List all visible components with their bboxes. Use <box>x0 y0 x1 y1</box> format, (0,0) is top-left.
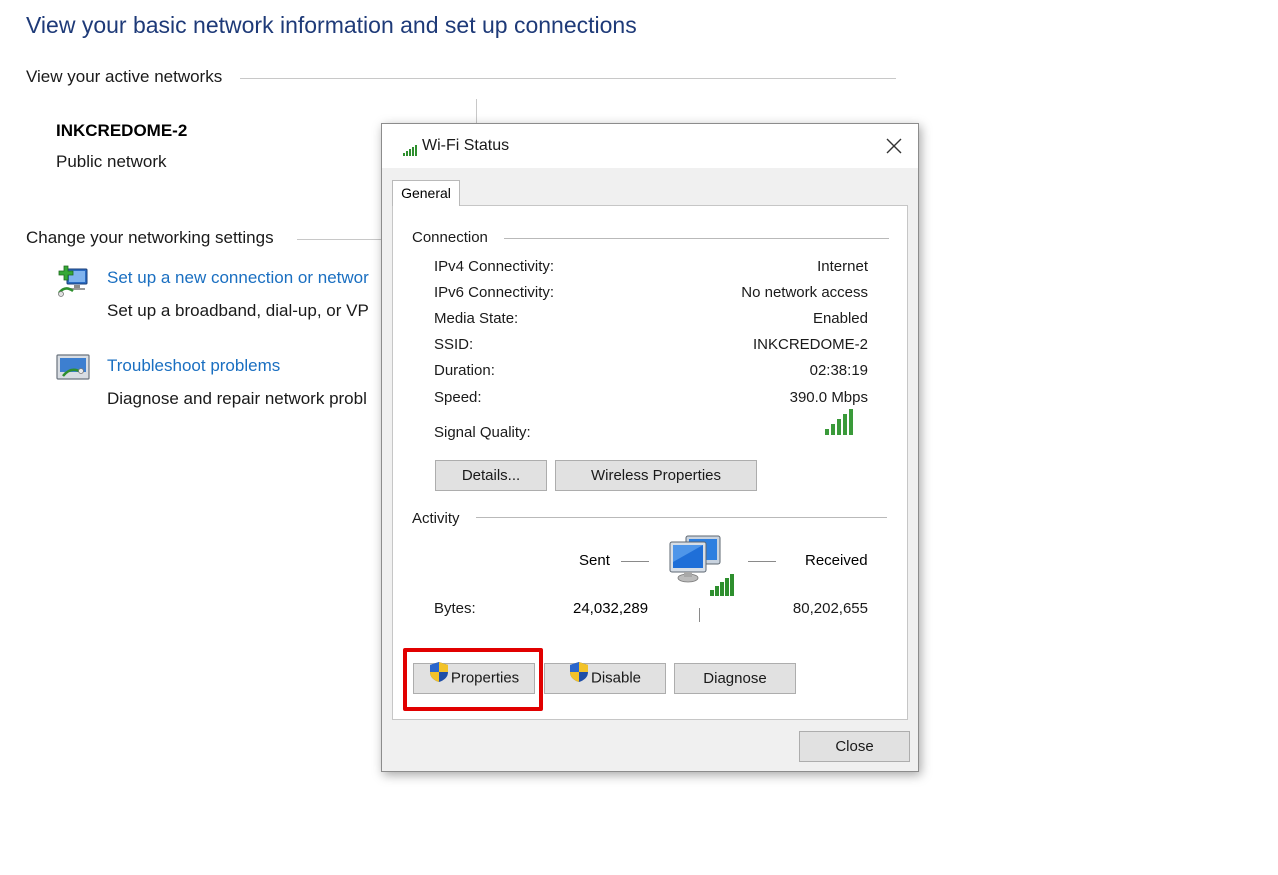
divider <box>476 99 477 125</box>
signal-bar <box>837 419 841 435</box>
media-state-label: Media State: <box>434 310 519 327</box>
connection-group-label: Connection <box>412 229 488 246</box>
network-computers-icon <box>666 532 738 598</box>
change-settings-heading: Change your networking settings <box>26 228 274 247</box>
ipv4-label: IPv4 Connectivity: <box>434 258 555 275</box>
speed-value: 390.0 Mbps <box>789 389 868 406</box>
duration-label: Duration: <box>434 362 495 379</box>
divider <box>699 608 700 622</box>
divider <box>504 238 889 239</box>
media-state-value: Enabled <box>812 310 868 327</box>
disable-button[interactable]: Disable <box>544 661 666 694</box>
ipv4-value: Internet <box>817 258 868 275</box>
dialog-titlebar[interactable]: Wi-Fi Status <box>382 124 918 168</box>
divider <box>240 78 896 79</box>
network-setup-icon[interactable] <box>55 263 91 299</box>
tab-general[interactable]: General <box>392 180 460 206</box>
signal-bar <box>849 409 853 435</box>
page-title: View your basic network information and … <box>26 12 637 38</box>
signal-quality-icon <box>824 409 856 440</box>
troubleshoot-link[interactable]: Troubleshoot problems <box>107 356 280 376</box>
setup-connection-description: Set up a broadband, dial-up, or VP <box>107 301 369 320</box>
network-type: Public network <box>56 152 167 171</box>
sent-label: Sent <box>579 552 610 569</box>
bytes-sent-value: 24,032,289 <box>573 600 649 617</box>
signal-bar <box>825 429 829 435</box>
active-networks-heading: View your active networks <box>26 67 223 86</box>
speed-label: Speed: <box>434 389 482 406</box>
duration-value: 02:38:19 <box>809 362 868 379</box>
received-label: Received <box>805 552 868 569</box>
ipv6-value: No network access <box>741 284 868 301</box>
highlight-box <box>403 648 543 711</box>
divider <box>297 239 387 240</box>
divider <box>748 561 776 562</box>
bytes-label: Bytes: <box>434 600 476 617</box>
ssid-label: SSID: <box>434 336 474 353</box>
activity-group-label: Activity <box>412 510 460 527</box>
general-panel: Connection IPv4 Connectivity: Internet I… <box>392 205 908 720</box>
details-button[interactable]: Details... <box>435 460 547 491</box>
ssid-value: INKCREDOME-2 <box>752 336 868 353</box>
wireless-properties-button[interactable]: Wireless Properties <box>555 460 757 491</box>
network-name: INKCREDOME-2 <box>56 121 188 140</box>
troubleshoot-description: Diagnose and repair network probl <box>107 389 367 408</box>
signal-quality-label: Signal Quality: <box>434 424 531 441</box>
wifi-signal-icon <box>403 143 417 161</box>
divider <box>621 561 649 562</box>
dialog-title: Wi-Fi Status <box>422 137 510 154</box>
troubleshoot-icon[interactable] <box>55 352 91 384</box>
ipv6-label: IPv6 Connectivity: <box>434 284 555 301</box>
divider <box>476 517 887 518</box>
uac-shield-icon <box>569 661 589 693</box>
bytes-received-value: 80,202,655 <box>792 600 868 617</box>
close-button[interactable]: Close <box>799 731 910 762</box>
disable-button-label: Disable <box>590 669 642 687</box>
signal-bar <box>831 424 835 435</box>
close-icon[interactable] <box>882 134 906 158</box>
signal-bar <box>843 414 847 435</box>
diagnose-button[interactable]: Diagnose <box>674 663 796 694</box>
setup-connection-link[interactable]: Set up a new connection or networ <box>107 268 369 288</box>
